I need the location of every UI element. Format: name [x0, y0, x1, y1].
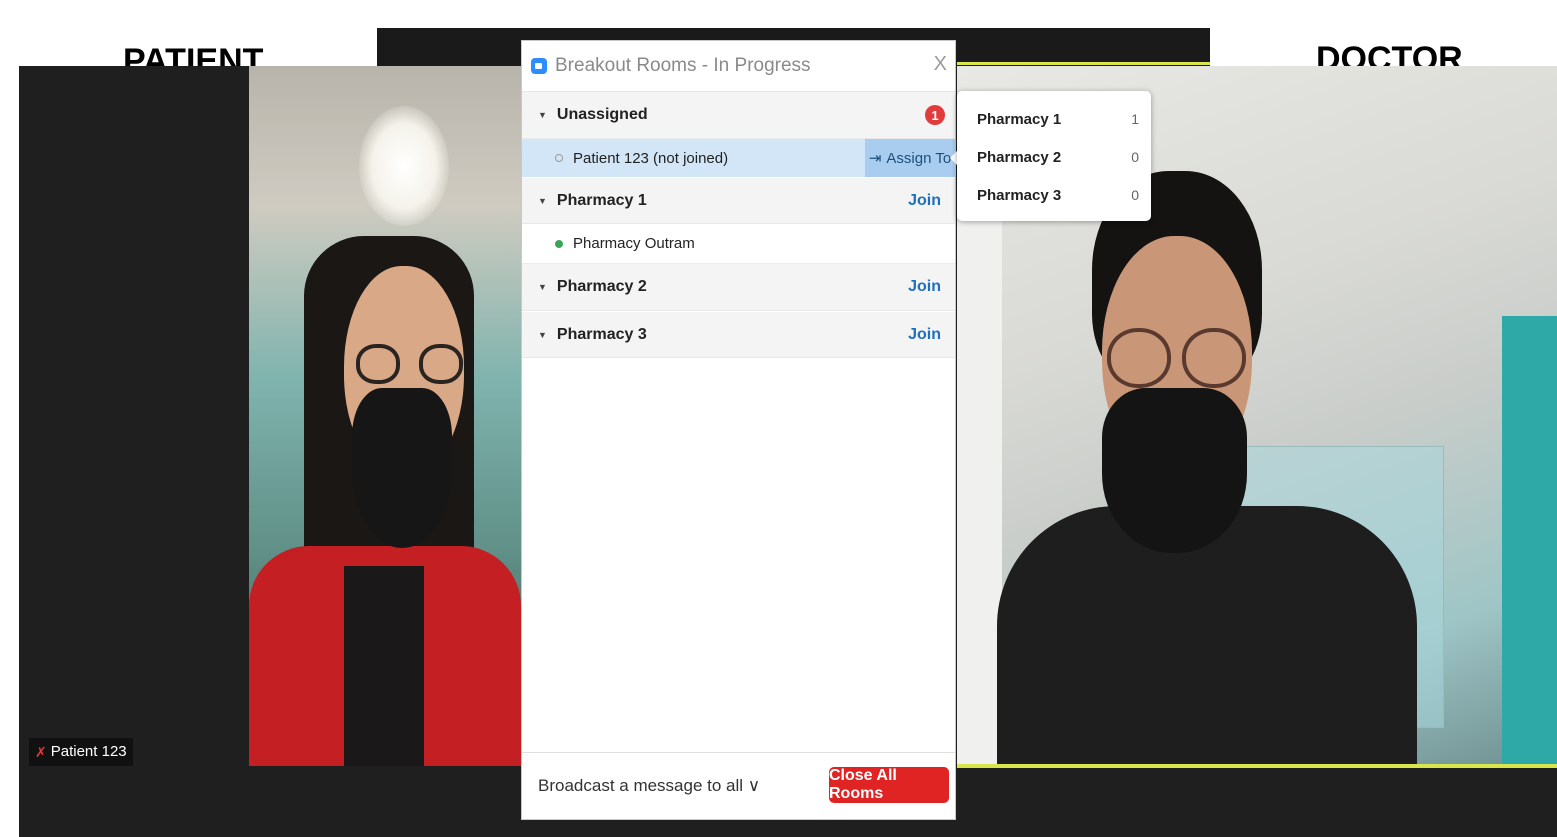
- mic-muted-icon: ✗: [35, 744, 47, 760]
- menu-item-count: 0: [1131, 187, 1139, 203]
- group-pharmacy-3[interactable]: ▼ Pharmacy 3 Join: [522, 312, 955, 358]
- member-row-patient[interactable]: Patient 123 (not joined) ⇥ Assign To: [522, 139, 955, 177]
- patient-mask: [352, 388, 452, 548]
- close-all-rooms-button[interactable]: Close All Rooms: [829, 767, 949, 803]
- assign-to-menu[interactable]: Pharmacy 1 1 Pharmacy 2 0 Pharmacy 3 0: [957, 91, 1151, 221]
- window-frame: [957, 196, 1002, 766]
- join-button[interactable]: Join: [908, 192, 941, 210]
- join-button[interactable]: Join: [908, 326, 941, 344]
- zoom-logo-icon: [531, 58, 547, 74]
- patient-name: Patient 123: [50, 743, 127, 760]
- patient-glasses-left: [356, 344, 400, 384]
- group-unassigned[interactable]: ▼ Unassigned 1: [522, 92, 955, 139]
- menu-item-label: Pharmacy 3: [977, 186, 1062, 204]
- joined-status-icon: [555, 239, 563, 248]
- patient-shirt: [344, 566, 424, 766]
- group-pharmacy-2[interactable]: ▼ Pharmacy 2 Join: [522, 264, 955, 311]
- menu-item-label: Pharmacy 1: [977, 110, 1062, 128]
- not-joined-status-icon: [555, 154, 563, 162]
- group-pharmacy-1[interactable]: ▼ Pharmacy 1 Join: [522, 178, 955, 224]
- breakout-title: Breakout Rooms - In Progress: [555, 55, 811, 76]
- room-label: Pharmacy 1: [556, 191, 647, 209]
- patient-name-tag: ✗ Patient 123: [29, 738, 133, 766]
- menu-item-pharmacy-3[interactable]: Pharmacy 3 0: [957, 176, 1151, 214]
- broadcast-dropdown[interactable]: Broadcast a message to all ∨: [538, 776, 760, 796]
- member-row-pharmacy-outram[interactable]: Pharmacy Outram: [522, 224, 955, 264]
- member-name: Pharmacy Outram: [573, 235, 695, 252]
- assign-icon: ⇥: [868, 150, 882, 167]
- active-speaker-border-top: [957, 62, 1210, 65]
- group-unassigned-label: Unassigned: [556, 106, 648, 123]
- breakout-title-bar[interactable]: Breakout Rooms - In Progress X: [522, 41, 955, 92]
- menu-item-label: Pharmacy 2: [977, 148, 1062, 166]
- member-name: Patient 123 (not joined): [573, 149, 729, 167]
- chevron-down-icon[interactable]: ▼: [538, 196, 547, 206]
- menu-item-count: 1: [1131, 111, 1139, 127]
- doctor-glasses-left: [1107, 328, 1171, 388]
- join-button[interactable]: Join: [908, 278, 941, 296]
- doctor-glasses-right: [1182, 328, 1246, 388]
- room-label: Pharmacy 2: [556, 278, 647, 295]
- doctor-mask: [1102, 388, 1247, 553]
- chevron-down-icon[interactable]: ▼: [538, 110, 547, 120]
- breakout-footer: Broadcast a message to all ∨ Close All R…: [522, 752, 955, 819]
- close-icon[interactable]: X: [934, 53, 947, 76]
- unassigned-count-badge: 1: [925, 105, 945, 125]
- patient-glasses-right: [419, 344, 463, 384]
- ceiling-light: [359, 106, 449, 226]
- menu-item-pharmacy-1[interactable]: Pharmacy 1 1: [957, 100, 1151, 138]
- chevron-down-icon[interactable]: ▼: [538, 282, 547, 292]
- chevron-down-icon[interactable]: ▼: [538, 330, 547, 340]
- assign-to-button[interactable]: ⇥ Assign To: [865, 139, 955, 177]
- assign-to-label: Assign To: [886, 149, 952, 167]
- menu-item-pharmacy-2[interactable]: Pharmacy 2 0: [957, 138, 1151, 176]
- patient-video-tile[interactable]: [249, 66, 521, 766]
- breakout-rooms-window[interactable]: Breakout Rooms - In Progress X ▼ Unassig…: [521, 40, 956, 820]
- menu-item-count: 0: [1131, 149, 1139, 165]
- active-speaker-border: [957, 764, 1557, 768]
- room-label: Pharmacy 3: [556, 325, 647, 343]
- teal-pillar: [1502, 316, 1557, 766]
